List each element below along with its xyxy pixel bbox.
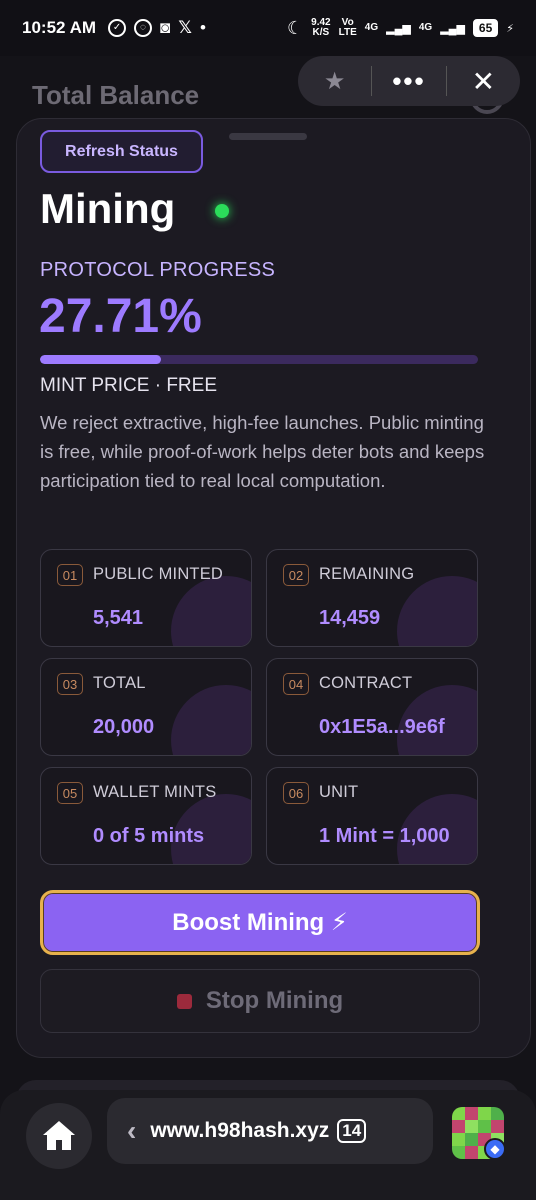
stat-card-total: 03 TOTAL 20,000	[40, 658, 252, 756]
stat-number: 01	[57, 564, 83, 586]
stat-number: 05	[57, 782, 83, 804]
stat-card-public-minted: 01 PUBLIC MINTED 5,541	[40, 549, 252, 647]
discord-icon: ◙	[160, 18, 171, 37]
stat-value: 20,000	[93, 716, 155, 738]
stat-label: UNIT	[319, 783, 359, 801]
background-title: Total Balance	[32, 80, 200, 110]
moon-icon: ☾	[287, 17, 304, 38]
mint-price: MINT PRICE · FREE	[40, 375, 217, 396]
home-button[interactable]	[26, 1103, 92, 1169]
contract-address[interactable]: 0x1E5a...9e6f	[319, 716, 445, 739]
more-notifications-icon: •	[200, 18, 206, 37]
stop-mining-button[interactable]: Stop Mining	[40, 969, 480, 1033]
card-decoration	[397, 576, 477, 646]
network-1: 4G	[364, 22, 379, 33]
stat-card-remaining: 02 REMAINING 14,459	[266, 549, 478, 647]
star-icon: ★	[323, 67, 346, 95]
status-bar: 10:52 AM ✓ ◌ ◙ 𝕏 • ☾ 9.42 K/S Vo LTE 4G ▂▄…	[0, 0, 536, 56]
tab-count-badge[interactable]: 14	[337, 1119, 367, 1143]
stat-value: 1 Mint = 1,000	[319, 825, 450, 847]
home-icon	[43, 1121, 75, 1151]
status-time: 10:52 AM	[22, 18, 97, 37]
progress-fill	[40, 355, 162, 364]
charging-icon: ⚡	[506, 22, 514, 35]
stat-card-contract[interactable]: 04 CONTRACT 0x1E5a...9e6f	[266, 658, 478, 756]
signal-icon: ▂▄▆	[386, 22, 411, 35]
notification-icons: ✓ ◌ ◙ 𝕏 •	[108, 18, 206, 38]
whatsapp-icon: ◌	[134, 19, 153, 37]
stat-number: 04	[283, 673, 309, 695]
stat-label: REMAINING	[319, 565, 415, 583]
favorite-button[interactable]: ★	[298, 56, 371, 106]
boost-mining-button[interactable]: Boost Mining ⚡	[40, 890, 480, 955]
stat-value: 5,541	[93, 607, 144, 629]
mini-app-toolbar: ★ ••• ✕	[298, 56, 520, 106]
network-2: 4G	[418, 22, 433, 33]
url-text: www.h98hash.xyz	[150, 1119, 330, 1142]
more-button[interactable]: •••	[372, 56, 445, 106]
close-icon: ✕	[471, 65, 496, 97]
stat-label: WALLET MINTS	[93, 783, 217, 801]
net-speed-unit: K/S	[312, 27, 330, 38]
battery-level: 65	[472, 19, 499, 37]
status-right: ☾ 9.42 K/S Vo LTE 4G ▂▄▆ 4G ▂▄▆ 65 ⚡	[287, 18, 514, 39]
ethereum-icon: ◆	[484, 1138, 506, 1160]
stat-card-wallet-mints: 05 WALLET MINTS 0 of 5 mints	[40, 767, 252, 865]
stat-label: PUBLIC MINTED	[93, 565, 224, 583]
stop-icon	[176, 993, 192, 1009]
net-speed: 9.42 K/S	[311, 18, 330, 38]
card-decoration	[171, 685, 251, 755]
x-icon: 𝕏	[178, 18, 192, 37]
signal-icon-2: ▂▄▆	[440, 22, 465, 35]
sheet-grabber[interactable]	[229, 133, 307, 140]
stat-value: 0 of 5 mints	[93, 825, 205, 847]
chevron-left-icon[interactable]: ‹	[127, 1115, 136, 1147]
page-title: Mining	[40, 185, 176, 232]
stat-number: 06	[283, 782, 309, 804]
protocol-progress-label: PROTOCOL PROGRESS	[40, 259, 276, 281]
card-decoration	[171, 576, 251, 646]
stop-mining-label: Stop Mining	[205, 987, 344, 1014]
shield-icon: ✓	[108, 19, 127, 37]
close-button[interactable]: ✕	[447, 56, 520, 106]
volte-bottom: LTE	[338, 27, 357, 38]
stat-number: 03	[57, 673, 83, 695]
more-dots-icon: •••	[392, 65, 426, 96]
address-bar[interactable]: ‹ www.h98hash.xyz 14	[107, 1098, 433, 1164]
stat-label: TOTAL	[93, 674, 146, 692]
live-status-dot	[215, 204, 229, 218]
stat-number: 02	[283, 564, 309, 586]
stat-value: 14,459	[319, 607, 381, 629]
stat-label: CONTRACT	[319, 674, 413, 692]
refresh-status-button[interactable]: Refresh Status	[40, 130, 203, 173]
volte-indicator: Vo LTE	[339, 18, 357, 38]
protocol-progress-value: 27.71%	[39, 290, 202, 343]
stat-card-unit: 06 UNIT 1 Mint = 1,000	[266, 767, 478, 865]
protocol-progress-bar	[40, 355, 478, 364]
description: We reject extractive, high-fee launches.…	[40, 412, 485, 491]
stats-grid: 01 PUBLIC MINTED 5,541 02 REMAINING 14,4…	[40, 549, 480, 865]
mining-sheet: Refresh Status Mining PROTOCOL PROGRESS …	[16, 118, 531, 1058]
